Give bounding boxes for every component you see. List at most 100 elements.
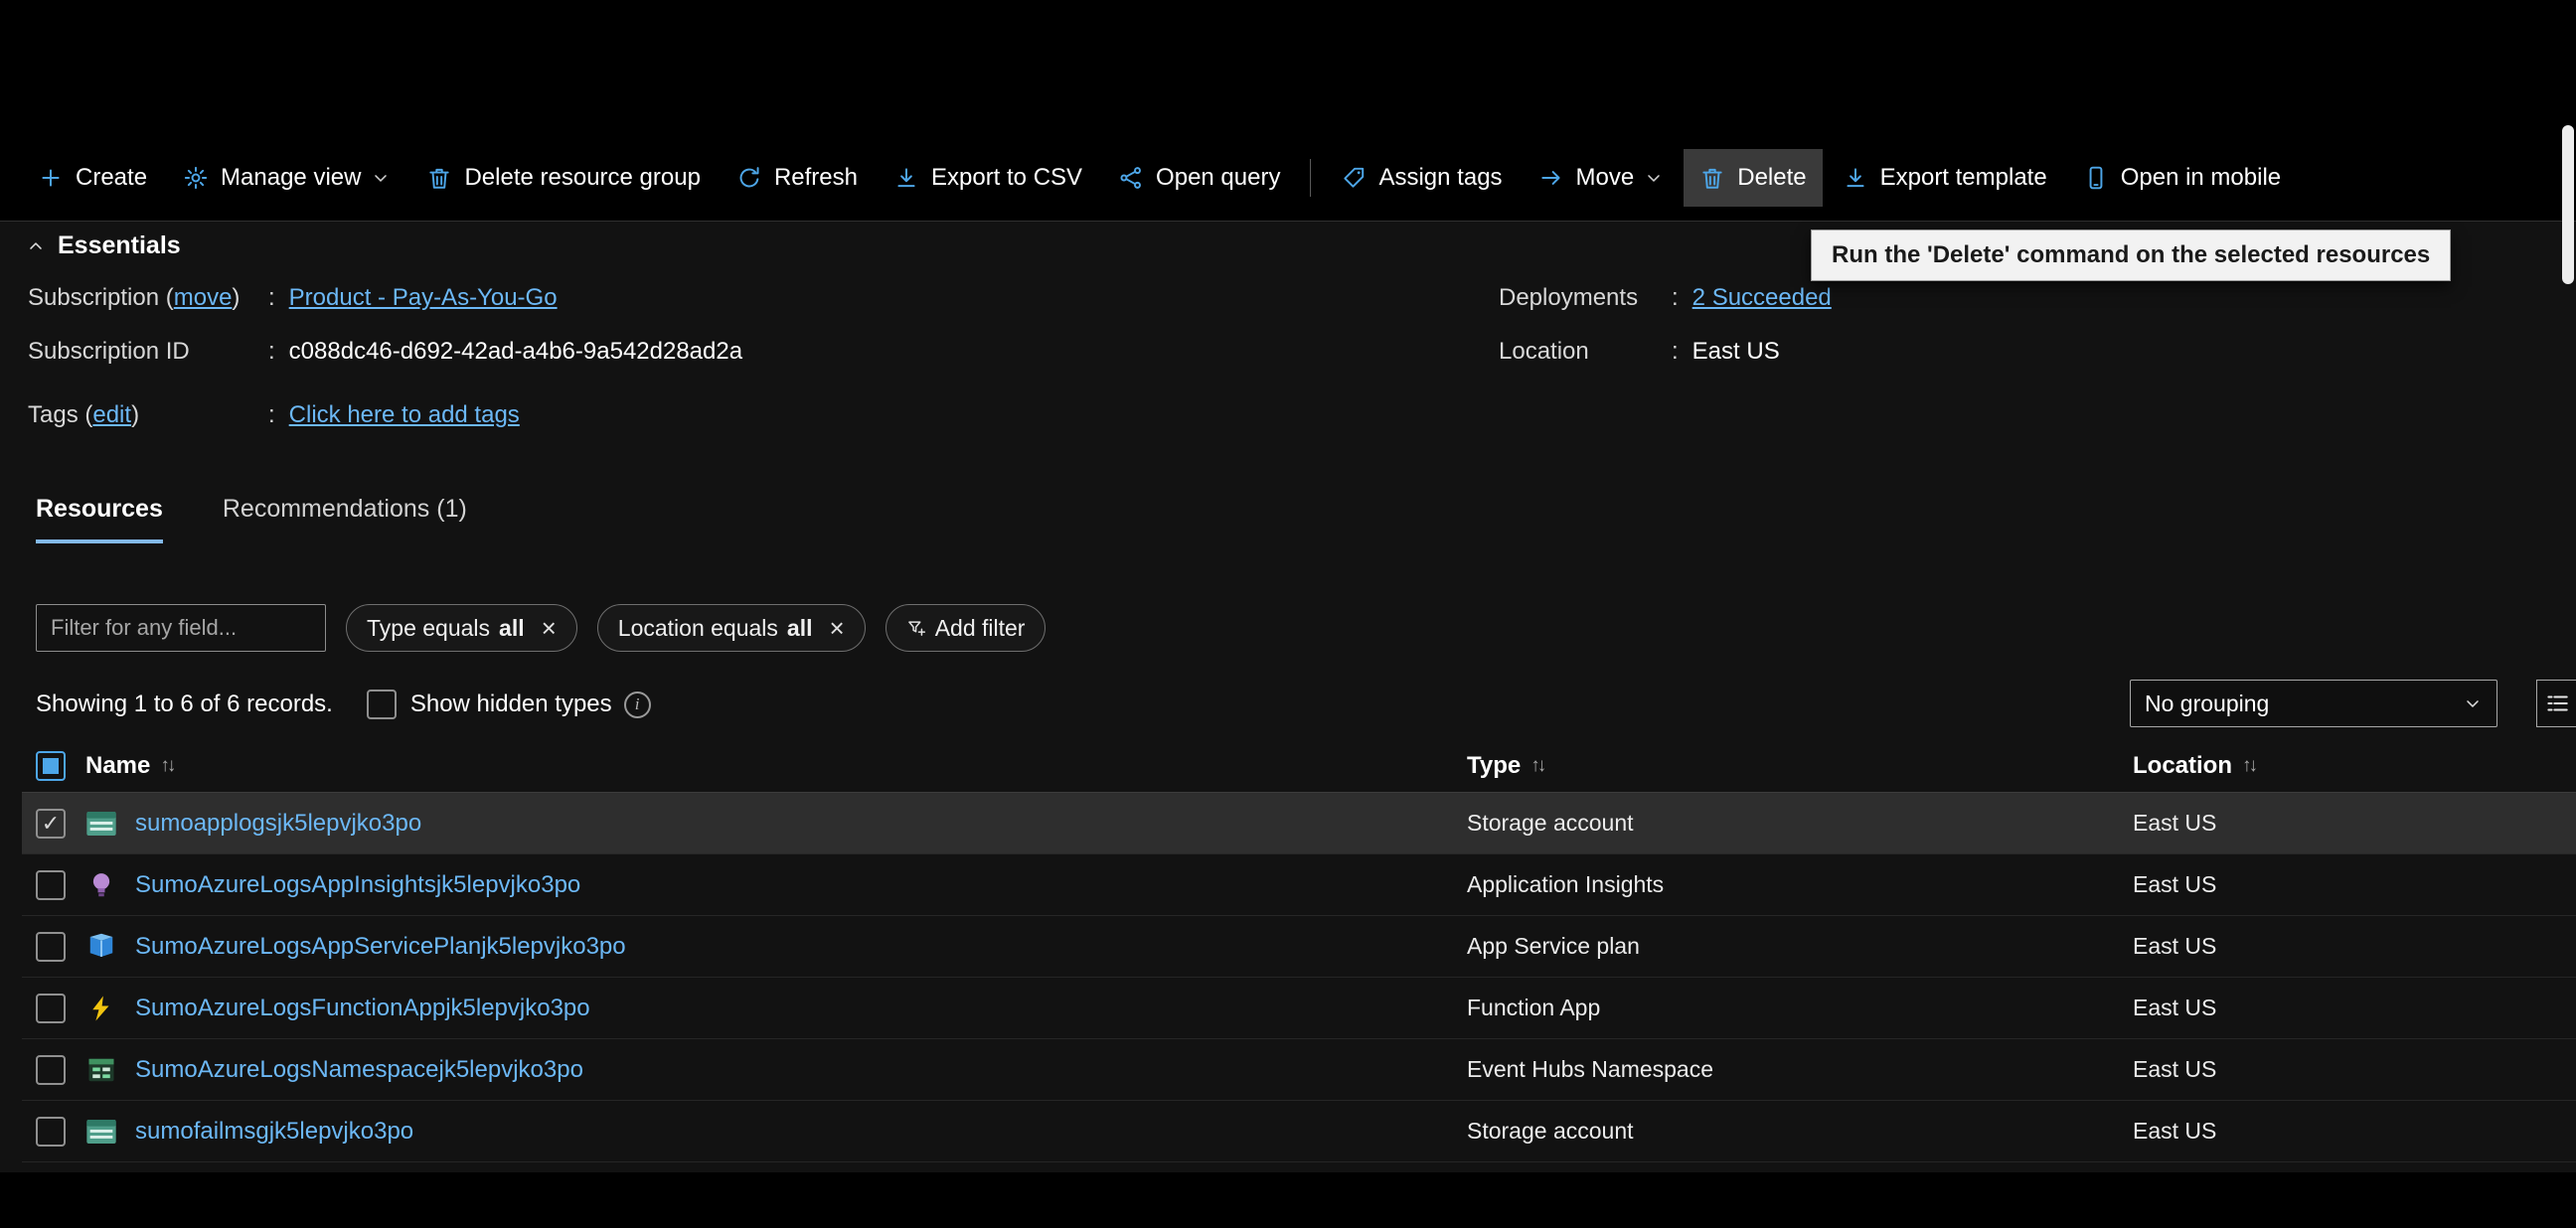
column-type[interactable]: Type <box>1467 752 1521 780</box>
app-service-plan-icon <box>89 933 113 957</box>
table-row[interactable]: SumoAzureLogsFunctionAppjk5lepvjko3po Fu… <box>22 978 2576 1039</box>
toolbar-label: Open query <box>1156 164 1281 191</box>
table-row[interactable]: sumofailmsgjk5lepvjko3po Storage account… <box>22 1101 2576 1162</box>
resource-link[interactable]: SumoAzureLogsAppInsightsjk5lepvjko3po <box>135 871 580 899</box>
row-checkbox[interactable] <box>36 808 66 839</box>
row-checkbox[interactable] <box>36 931 66 962</box>
row-checkbox[interactable] <box>36 1116 66 1147</box>
azure-resource-group-page: Create Manage view Delete resource group… <box>0 0 2576 1228</box>
resource-location: East US <box>2133 1056 2217 1082</box>
resource-type: Function App <box>1467 995 1601 1020</box>
toolbar-label: Delete <box>1737 164 1807 191</box>
refresh-icon <box>736 165 762 191</box>
filter-pill-type[interactable]: Type equals all <box>346 604 577 652</box>
toolbar-export-template-button[interactable]: Export template <box>1827 149 2063 207</box>
remove-filter-icon[interactable] <box>542 615 557 641</box>
toolbar-move-button[interactable]: Move <box>1523 149 1681 207</box>
deployments-link[interactable]: 2 Succeeded <box>1692 284 1832 312</box>
sort-icon[interactable] <box>2242 755 2255 777</box>
tags-row: Tags (edit) : Click here to add tags <box>28 401 520 429</box>
resource-location: East US <box>2133 933 2217 959</box>
tag-icon <box>1341 165 1367 191</box>
mobile-icon <box>2083 165 2109 191</box>
sort-icon[interactable] <box>160 755 173 777</box>
resource-type: Storage account <box>1467 810 1634 836</box>
resources-table: Name Type Location sumoapplogsjk5lepvjko… <box>22 739 2576 1162</box>
toolbar-open-query-button[interactable]: Open query <box>1102 149 1296 207</box>
toolbar-export-csv-button[interactable]: Export to CSV <box>878 149 1098 207</box>
location-row: Location : East US <box>1499 338 1780 365</box>
arrow-right-icon <box>1538 165 1564 191</box>
filter-pill-location[interactable]: Location equals all <box>596 604 866 652</box>
resource-type: Application Insights <box>1467 871 1665 897</box>
toolbar-divider <box>1310 159 1312 197</box>
tab-resources[interactable]: Resources <box>36 495 163 543</box>
add-filter-icon <box>906 618 926 638</box>
toolbar-assign-tags-button[interactable]: Assign tags <box>1325 149 1518 207</box>
toolbar-label: Move <box>1575 164 1635 191</box>
info-icon[interactable] <box>623 691 651 718</box>
list-view-icon <box>2546 695 2568 711</box>
command-bar: Create Manage view Delete resource group… <box>22 149 2297 207</box>
plus-icon <box>38 165 64 191</box>
tab-recommendations[interactable]: Recommendations (1) <box>223 495 467 543</box>
filter-input[interactable] <box>36 604 326 652</box>
gear-icon <box>183 165 209 191</box>
table-row[interactable]: SumoAzureLogsAppServicePlanjk5lepvjko3po… <box>22 916 2576 978</box>
toolbar-refresh-button[interactable]: Refresh <box>721 149 874 207</box>
table-row[interactable]: sumoapplogsjk5lepvjko3po Storage account… <box>22 793 2576 854</box>
add-filter-button[interactable]: Add filter <box>885 604 1046 652</box>
resource-link[interactable]: sumoapplogsjk5lepvjko3po <box>135 810 421 838</box>
grouping-dropdown[interactable]: No grouping <box>2130 680 2497 727</box>
resource-link[interactable]: SumoAzureLogsFunctionAppjk5lepvjko3po <box>135 995 590 1022</box>
toolbar-label: Assign tags <box>1378 164 1503 191</box>
toolbar-manage-view-button[interactable]: Manage view <box>167 149 406 207</box>
trash-icon <box>426 165 452 191</box>
chevron-down-icon <box>1644 168 1664 188</box>
resource-link[interactable]: SumoAzureLogsAppServicePlanjk5lepvjko3po <box>135 933 626 961</box>
toolbar-create-button[interactable]: Create <box>22 149 163 207</box>
view-selector-button[interactable] <box>2536 680 2576 727</box>
table-row[interactable]: SumoAzureLogsNamespacejk5lepvjko3po Even… <box>22 1039 2576 1101</box>
toolbar-delete-resource-group-button[interactable]: Delete resource group <box>410 149 716 207</box>
table-row[interactable]: SumoAzureLogsAppInsightsjk5lepvjko3po Ap… <box>22 854 2576 916</box>
column-location[interactable]: Location <box>2133 752 2232 780</box>
add-tags-link[interactable]: Click here to add tags <box>289 401 520 429</box>
filter-bar: Type equalsall Location equalsall Add fi… <box>36 604 1046 652</box>
resource-location: East US <box>2133 810 2217 836</box>
resource-link[interactable]: sumofailmsgjk5lepvjko3po <box>135 1118 413 1146</box>
remove-filter-icon[interactable] <box>830 615 845 641</box>
edit-tags-link[interactable]: edit <box>92 401 131 428</box>
essentials-toggle[interactable]: Essentials <box>26 231 181 260</box>
row-checkbox[interactable] <box>36 1054 66 1085</box>
column-name[interactable]: Name <box>85 752 150 780</box>
move-link[interactable]: move <box>174 284 233 311</box>
subscription-id-row: Subscription ID : c088dc46-d692-42ad-a4b… <box>28 338 743 365</box>
records-count: Showing 1 to 6 of 6 records. <box>36 691 333 717</box>
function-app-icon <box>92 996 109 1020</box>
row-checkbox[interactable] <box>36 993 66 1023</box>
chevron-down-icon <box>371 168 391 188</box>
resource-location: East US <box>2133 871 2217 897</box>
toolbar-label: Export template <box>1879 164 2047 191</box>
resource-link[interactable]: SumoAzureLogsNamespacejk5lepvjko3po <box>135 1056 583 1084</box>
sort-icon[interactable] <box>1530 755 1543 777</box>
resource-type: Event Hubs Namespace <box>1467 1056 1714 1082</box>
vertical-scrollbar[interactable] <box>2562 125 2574 284</box>
resource-location: East US <box>2133 995 2217 1020</box>
app-insights-icon <box>92 872 110 896</box>
table-header: Name Type Location <box>22 739 2576 793</box>
deployments-row: Deployments : 2 Succeeded <box>1499 284 1832 312</box>
subscription-link[interactable]: Product - Pay-As-You-Go <box>289 284 558 312</box>
show-hidden-checkbox[interactable] <box>366 690 397 719</box>
row-checkbox[interactable] <box>36 869 66 900</box>
subscription-id-value: c088dc46-d692-42ad-a4b6-9a542d28ad2a <box>288 338 743 365</box>
essentials-title: Essentials <box>58 231 181 259</box>
download-icon <box>1843 165 1868 191</box>
select-all-checkbox[interactable] <box>36 750 66 781</box>
toolbar-open-in-mobile-button[interactable]: Open in mobile <box>2067 149 2297 207</box>
chevron-down-icon <box>2463 693 2483 713</box>
toolbar-delete-button[interactable]: Delete <box>1684 149 1823 207</box>
grouping-value: No grouping <box>2145 690 2270 716</box>
toolbar-label: Create <box>76 164 148 191</box>
